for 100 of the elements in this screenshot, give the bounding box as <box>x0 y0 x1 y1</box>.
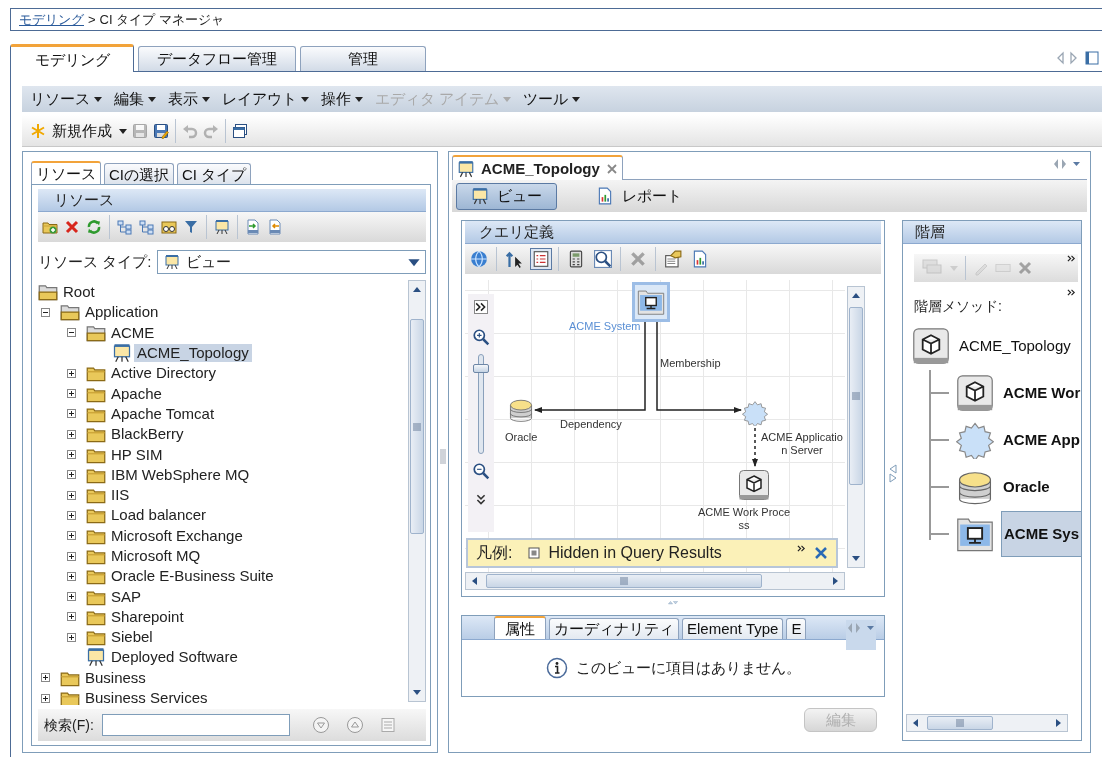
expand-icon[interactable] <box>67 571 76 581</box>
expand-icon[interactable] <box>67 470 76 480</box>
close-icon[interactable] <box>605 162 618 175</box>
tree-item[interactable]: Apache Tomcat <box>108 404 218 423</box>
arrow-up-icon[interactable] <box>412 285 422 295</box>
hierarchy-icon[interactable] <box>117 219 133 235</box>
tree-item[interactable]: Sharepoint <box>108 607 187 626</box>
arrow-up-icon[interactable] <box>851 291 861 301</box>
double-chevron-icon[interactable] <box>1067 288 1076 297</box>
expand-icon[interactable] <box>67 450 76 459</box>
tree-item[interactable]: Siebel <box>108 628 156 647</box>
document-arrow-icon[interactable] <box>245 219 261 235</box>
scrollbar[interactable] <box>465 572 845 590</box>
diagram-node[interactable] <box>632 282 670 322</box>
tab[interactable]: 属性 <box>494 616 546 639</box>
tab[interactable]: CI タイプ <box>177 163 252 184</box>
editor-tab[interactable]: ACME_Topology <box>452 155 623 180</box>
menu-item[interactable]: 操作 <box>315 90 369 108</box>
tree-item[interactable]: Apache <box>108 384 165 403</box>
view-toggle[interactable]: ビュー <box>456 182 557 210</box>
expand-icon[interactable] <box>67 531 76 541</box>
refresh-icon[interactable] <box>86 219 102 235</box>
tab[interactable]: カーディナリティ <box>549 618 679 639</box>
expand-icon[interactable] <box>67 368 76 378</box>
tree-item[interactable]: SAP <box>108 587 144 606</box>
tree-item[interactable]: Business Services <box>82 689 211 705</box>
arrow-left-icon[interactable] <box>470 576 480 586</box>
tree-item[interactable]: IIS <box>108 486 133 505</box>
expand-icon[interactable] <box>67 632 76 642</box>
expand-icon[interactable] <box>41 693 50 703</box>
expand-icon[interactable] <box>67 490 76 500</box>
double-chevron-icon[interactable] <box>474 300 488 314</box>
breadcrumb-link[interactable]: モデリング <box>19 11 84 28</box>
menu-item[interactable]: 編集 <box>108 90 162 108</box>
scrollbar[interactable] <box>408 280 426 702</box>
tree-item[interactable]: Oracle E-Business Suite <box>108 567 277 586</box>
collapse-icon[interactable] <box>67 328 76 338</box>
tree-item[interactable]: Root <box>60 283 98 302</box>
tab[interactable]: Element Type <box>682 618 784 639</box>
tree-item[interactable]: Business <box>82 668 149 687</box>
search-field[interactable] <box>101 714 290 736</box>
tree-item[interactable]: ACME App <box>1001 427 1082 454</box>
diagram-node[interactable] <box>741 398 769 428</box>
tab[interactable]: リソース <box>31 161 101 184</box>
view-toggle[interactable]: レポート <box>581 182 697 210</box>
tree-item[interactable]: Active Directory <box>108 364 220 383</box>
tab[interactable]: 管理 <box>300 46 426 71</box>
double-chevron-icon[interactable] <box>475 494 487 506</box>
expand-icon[interactable] <box>67 510 76 520</box>
tree-item[interactable]: Microsoft MQ <box>108 547 204 565</box>
slider-thumb[interactable] <box>473 364 489 374</box>
tab[interactable]: モデリング <box>10 44 134 72</box>
save-as-icon[interactable] <box>153 122 169 139</box>
scrollbar-thumb[interactable] <box>849 307 863 485</box>
double-chevron-icon[interactable] <box>797 544 806 553</box>
arrow-right-icon[interactable] <box>830 576 840 586</box>
tree-item[interactable]: ACME <box>108 323 158 342</box>
menu-item[interactable]: 表示 <box>162 90 216 108</box>
scrollbar-thumb[interactable] <box>927 716 993 730</box>
double-chevron-icon[interactable] <box>1067 254 1076 263</box>
tab[interactable]: E <box>786 618 807 639</box>
easel-icon[interactable] <box>214 219 230 235</box>
expand-icon[interactable] <box>67 389 76 399</box>
tree-item[interactable]: Deployed Software <box>108 648 241 667</box>
menu-item[interactable]: レイアウト <box>216 90 315 108</box>
arrow-left-icon[interactable] <box>911 718 921 728</box>
document-arrow-icon[interactable] <box>267 219 283 235</box>
toolbar-button[interactable] <box>592 248 614 270</box>
resource-type-dropdown[interactable]: ビュー <box>157 250 426 274</box>
tree-item[interactable]: IBM WebSphere MQ <box>108 465 253 484</box>
splitter-arrows-icon[interactable] <box>889 464 897 483</box>
delete-icon[interactable] <box>64 219 80 235</box>
tree-item[interactable]: Microsoft Exchange <box>108 526 246 545</box>
expand-icon[interactable] <box>41 673 50 683</box>
tree-item[interactable]: ACME Sys <box>1001 511 1083 558</box>
tree-item[interactable]: Application <box>82 303 162 322</box>
expand-icon[interactable] <box>67 551 76 561</box>
close-icon[interactable] <box>814 546 828 560</box>
zoom-in-icon[interactable] <box>472 328 490 346</box>
scrollbar[interactable] <box>847 286 865 568</box>
menu-item[interactable]: ツール <box>517 90 587 108</box>
menu-item[interactable]: リソース <box>24 90 108 108</box>
tree-item[interactable]: HP SIM <box>108 445 166 464</box>
tree-item[interactable]: ACME_Topology <box>134 344 252 363</box>
scrollbar-thumb[interactable] <box>486 574 762 588</box>
new-button[interactable]: 新規作成 <box>28 121 114 140</box>
expand-icon[interactable] <box>67 429 76 439</box>
tree-item[interactable]: ACME Wor <box>1001 380 1083 407</box>
caret-icon[interactable] <box>119 126 127 135</box>
tree-item[interactable]: Oracle <box>1001 474 1052 501</box>
zoom-out-icon[interactable] <box>472 462 490 480</box>
arrow-down-icon[interactable] <box>412 687 422 697</box>
filter-icon[interactable] <box>183 219 199 235</box>
scrollbar-thumb[interactable] <box>410 319 424 534</box>
glasses-icon[interactable] <box>161 219 177 235</box>
arrow-right-icon[interactable] <box>1053 718 1063 728</box>
expand-icon[interactable] <box>67 409 76 419</box>
expand-icon[interactable] <box>67 592 76 602</box>
scrollbar[interactable] <box>906 714 1068 732</box>
arrow-down-icon[interactable] <box>851 553 861 563</box>
